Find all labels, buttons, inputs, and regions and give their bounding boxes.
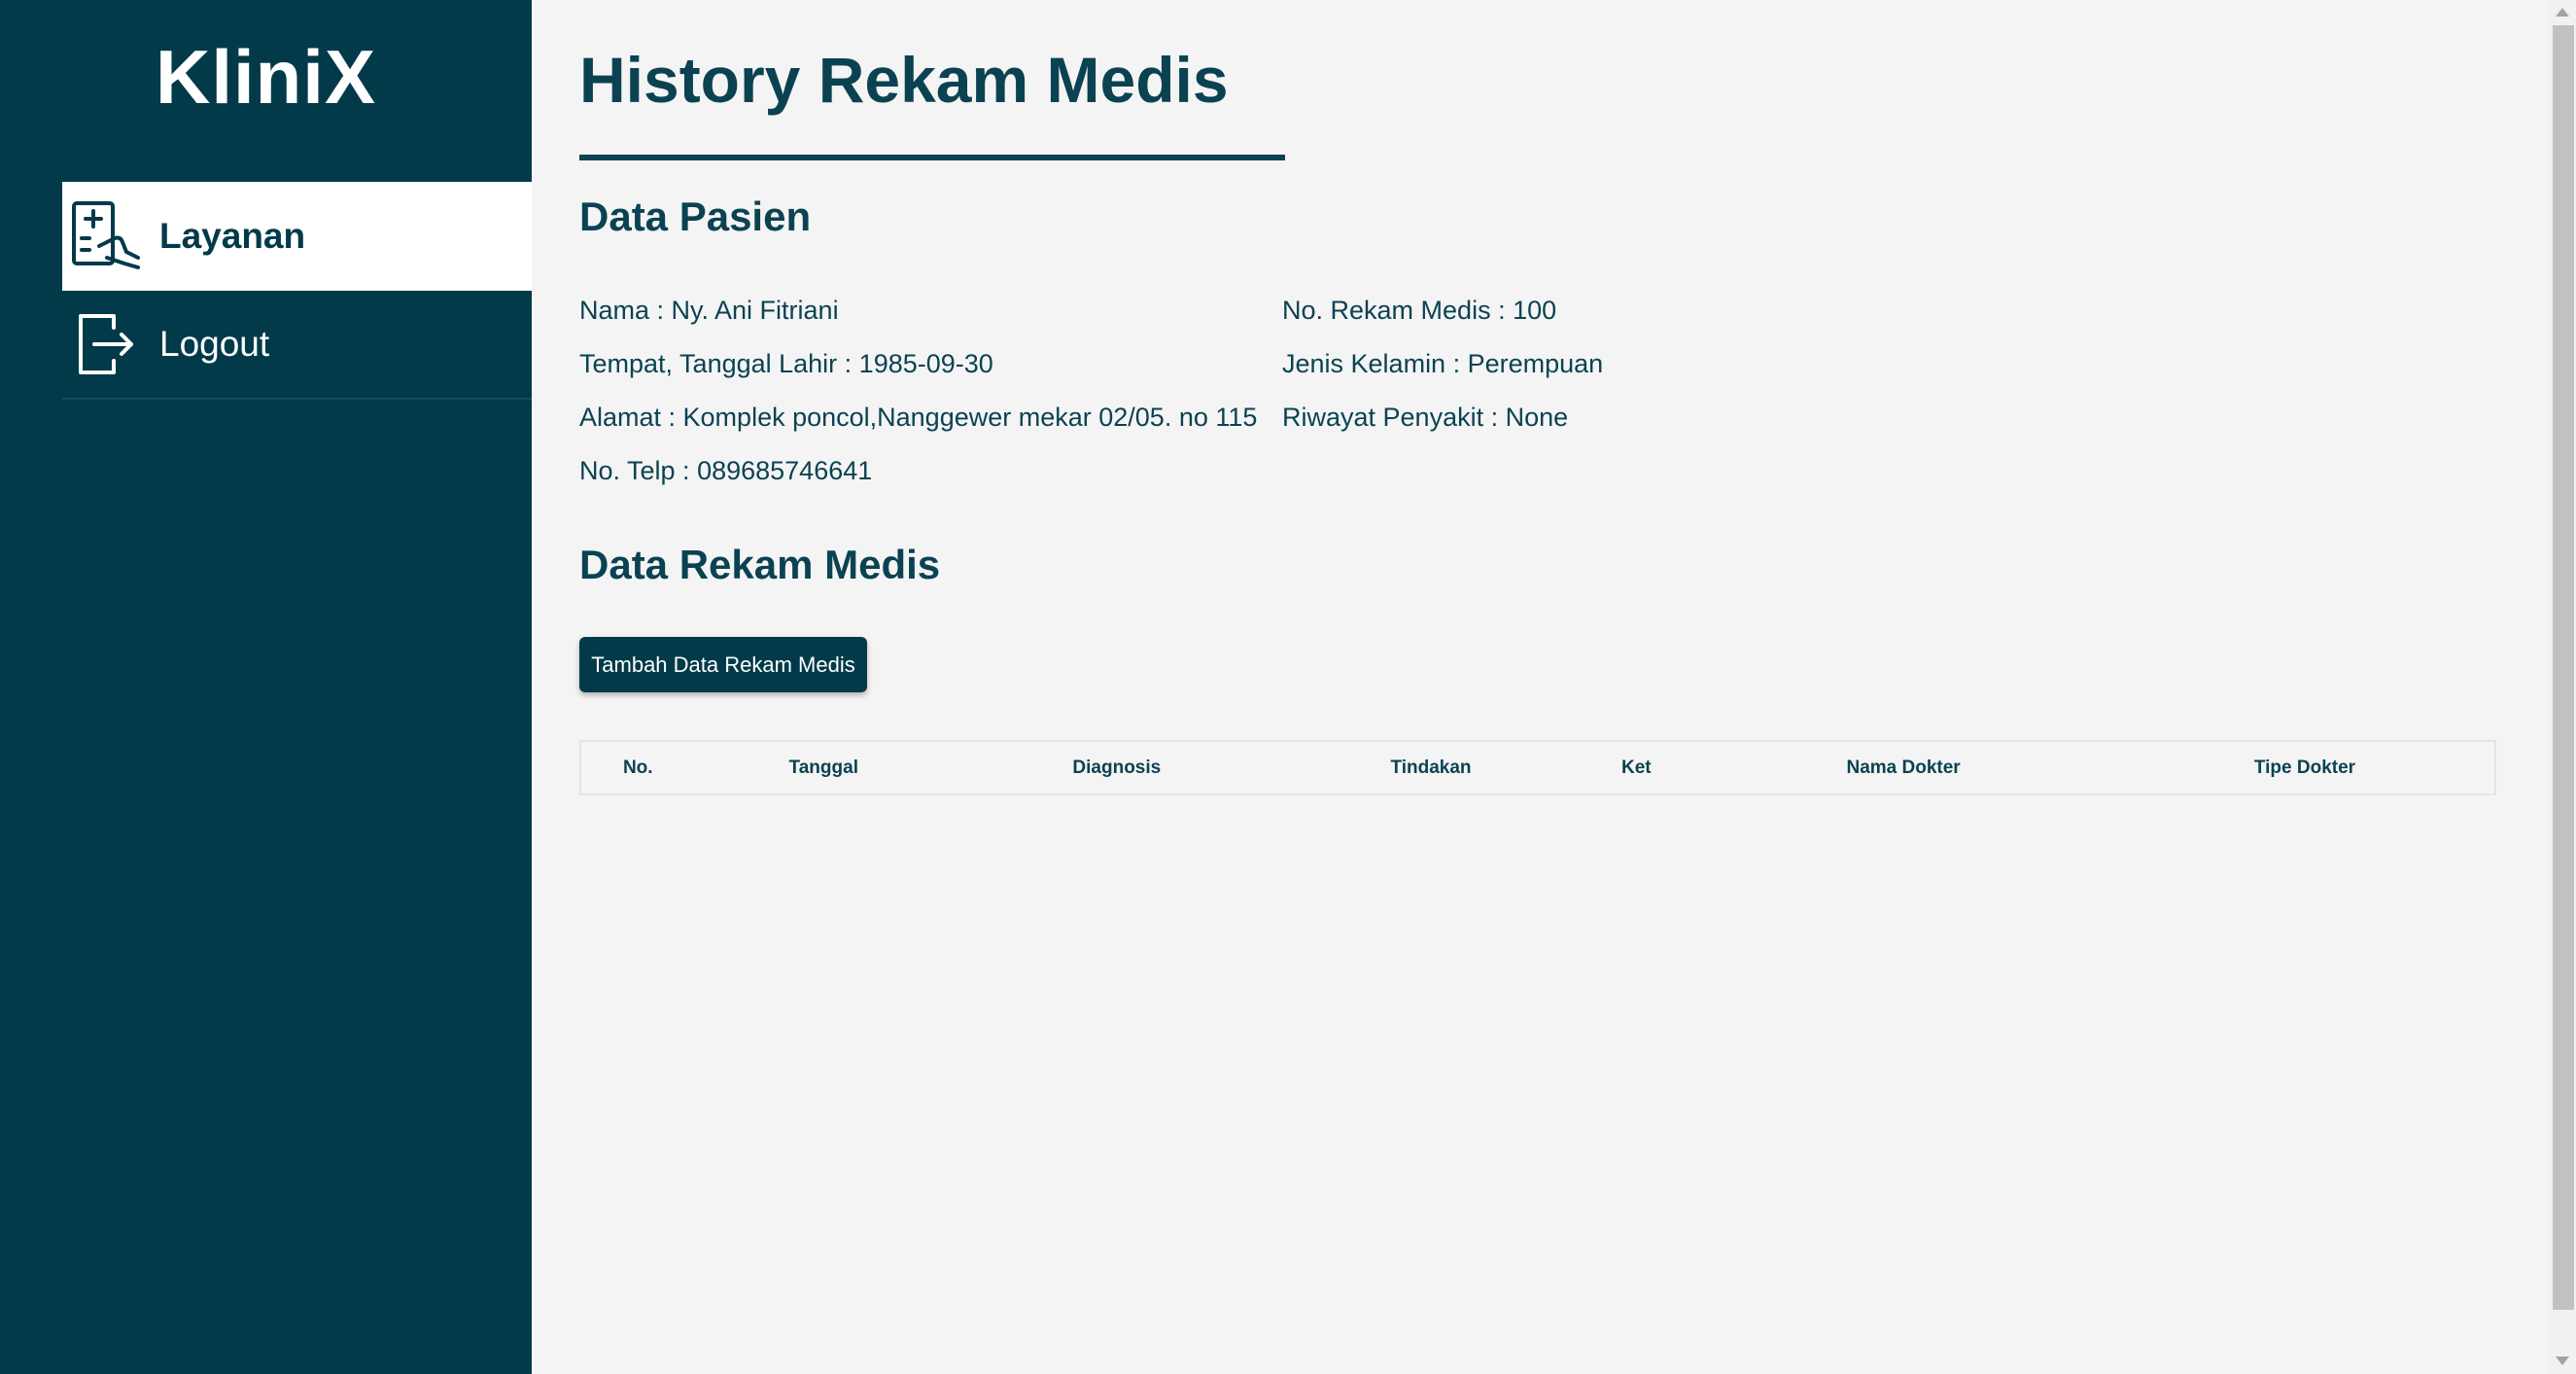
records-table: No. Tanggal Diagnosis Tindakan Ket Nama …	[579, 740, 2496, 795]
scrollbar-thumb[interactable]	[2553, 25, 2574, 1310]
patient-phone: No. Telp : 089685746641	[579, 456, 873, 485]
column-header-tipe-dokter: Tipe Dokter	[2253, 757, 2356, 778]
column-header-ket: Ket	[1620, 757, 1652, 778]
records-section-title: Data Rekam Medis	[579, 542, 941, 587]
scroll-down-icon[interactable]	[2556, 1356, 2569, 1365]
sidebar-nav: Layanan Logout	[62, 182, 532, 400]
column-header-nama-dokter: Nama Dokter	[1846, 757, 1961, 778]
patient-name: Nama : Ny. Ani Fitriani	[579, 296, 839, 325]
patient-section-title: Data Pasien	[579, 194, 812, 239]
main-content: History Rekam Medis Data Pasien Nama : N…	[579, 0, 2524, 1374]
vertical-scrollbar[interactable]	[2549, 0, 2576, 1374]
scroll-up-icon[interactable]	[2556, 8, 2569, 17]
column-header-no: No.	[622, 757, 653, 778]
column-header-diagnosis: Diagnosis	[1072, 757, 1162, 778]
column-header-tanggal: Tanggal	[788, 757, 858, 778]
patient-address: Alamat : Komplek poncol,Nanggewer mekar …	[579, 403, 1258, 432]
add-record-button[interactable]: Tambah Data Rekam Medis	[579, 637, 867, 692]
sidebar-item-label: Layanan	[159, 216, 306, 256]
sidebar-item-label: Logout	[159, 324, 270, 364]
app-logo: KliniX	[155, 34, 376, 120]
page-title: History Rekam Medis	[579, 44, 1229, 116]
table-header-row: No. Tanggal Diagnosis Tindakan Ket Nama …	[580, 741, 2495, 794]
title-divider	[579, 155, 1285, 160]
patient-history: Riwayat Penyakit : None	[1282, 403, 1569, 432]
sidebar-item-logout[interactable]: Logout	[62, 291, 532, 400]
app-root: KliniX Layanan Logout History Rekam Medi…	[0, 0, 2576, 1374]
sidebar-item-layanan[interactable]: Layanan	[62, 182, 532, 291]
patient-birth: Tempat, Tanggal Lahir : 1985-09-30	[579, 349, 993, 378]
sidebar: KliniX Layanan Logout	[0, 0, 532, 1374]
column-header-tindakan: Tindakan	[1390, 757, 1472, 778]
medical-report-icon	[66, 197, 144, 275]
patient-record-number: No. Rekam Medis : 100	[1282, 296, 1557, 325]
patient-gender: Jenis Kelamin : Perempuan	[1282, 349, 1604, 378]
logout-icon	[66, 305, 144, 383]
